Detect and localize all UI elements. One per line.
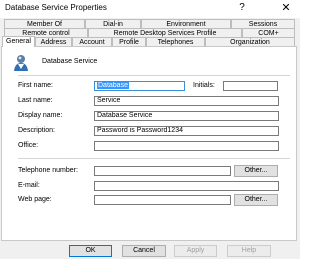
cancel-button[interactable]: Cancel bbox=[122, 245, 166, 257]
ok-button[interactable]: OK bbox=[69, 245, 112, 257]
tab-com-plus[interactable]: COM+ bbox=[242, 28, 295, 37]
first-name-field[interactable]: Database bbox=[94, 81, 185, 91]
office-field[interactable] bbox=[94, 141, 279, 151]
telephone-other-button[interactable]: Other... bbox=[234, 165, 278, 177]
tab-profile[interactable]: Profile bbox=[112, 37, 146, 46]
divider bbox=[18, 158, 290, 159]
display-name-field[interactable]: Database Service bbox=[94, 111, 279, 121]
first-name-value: Database bbox=[97, 82, 129, 89]
telephone-field[interactable] bbox=[94, 166, 231, 176]
email-label: E-mail: bbox=[18, 182, 40, 189]
user-icon bbox=[14, 55, 28, 71]
webpage-other-button[interactable]: Other... bbox=[234, 194, 278, 206]
dialog-body: Member Of Dial-in Environment Sessions R… bbox=[0, 18, 300, 259]
tab-account[interactable]: Account bbox=[72, 37, 112, 46]
tab-organization[interactable]: Organization bbox=[205, 37, 295, 46]
tab-dial-in[interactable]: Dial-in bbox=[85, 19, 141, 28]
tab-remote-desktop-services-profile[interactable]: Remote Desktop Services Profile bbox=[88, 28, 242, 37]
tab-sessions[interactable]: Sessions bbox=[231, 19, 295, 28]
first-name-label: First name: bbox=[18, 82, 54, 89]
webpage-field[interactable] bbox=[94, 195, 231, 205]
description-field[interactable]: Password is Password1234 bbox=[94, 126, 279, 136]
title-bar: Database Service Properties ? ✕ bbox=[0, 0, 300, 18]
display-name-label: Display name: bbox=[18, 112, 63, 119]
tab-environment[interactable]: Environment bbox=[141, 19, 231, 28]
general-tab-panel: Database Service First name: Database In… bbox=[1, 46, 297, 241]
divider bbox=[18, 75, 290, 76]
help-icon[interactable]: ? bbox=[236, 2, 248, 14]
last-name-field[interactable]: Service bbox=[94, 96, 279, 106]
tab-general[interactable]: General bbox=[2, 36, 35, 47]
telephone-label: Telephone number: bbox=[18, 167, 78, 174]
object-name: Database Service bbox=[42, 58, 98, 65]
last-name-label: Last name: bbox=[18, 97, 53, 104]
webpage-label: Web page: bbox=[18, 196, 52, 203]
tab-member-of[interactable]: Member Of bbox=[4, 19, 85, 28]
description-label: Description: bbox=[18, 127, 55, 134]
help-button[interactable]: Help bbox=[227, 245, 271, 257]
apply-button[interactable]: Apply bbox=[174, 245, 217, 257]
email-field[interactable] bbox=[94, 181, 279, 191]
tab-address[interactable]: Address bbox=[35, 37, 72, 46]
office-label: Office: bbox=[18, 142, 39, 149]
close-icon[interactable]: ✕ bbox=[280, 2, 292, 14]
initials-label: Initials: bbox=[193, 82, 215, 89]
tab-telephones[interactable]: Telephones bbox=[146, 37, 205, 46]
window-title: Database Service Properties bbox=[5, 3, 107, 12]
initials-field[interactable] bbox=[223, 81, 278, 91]
